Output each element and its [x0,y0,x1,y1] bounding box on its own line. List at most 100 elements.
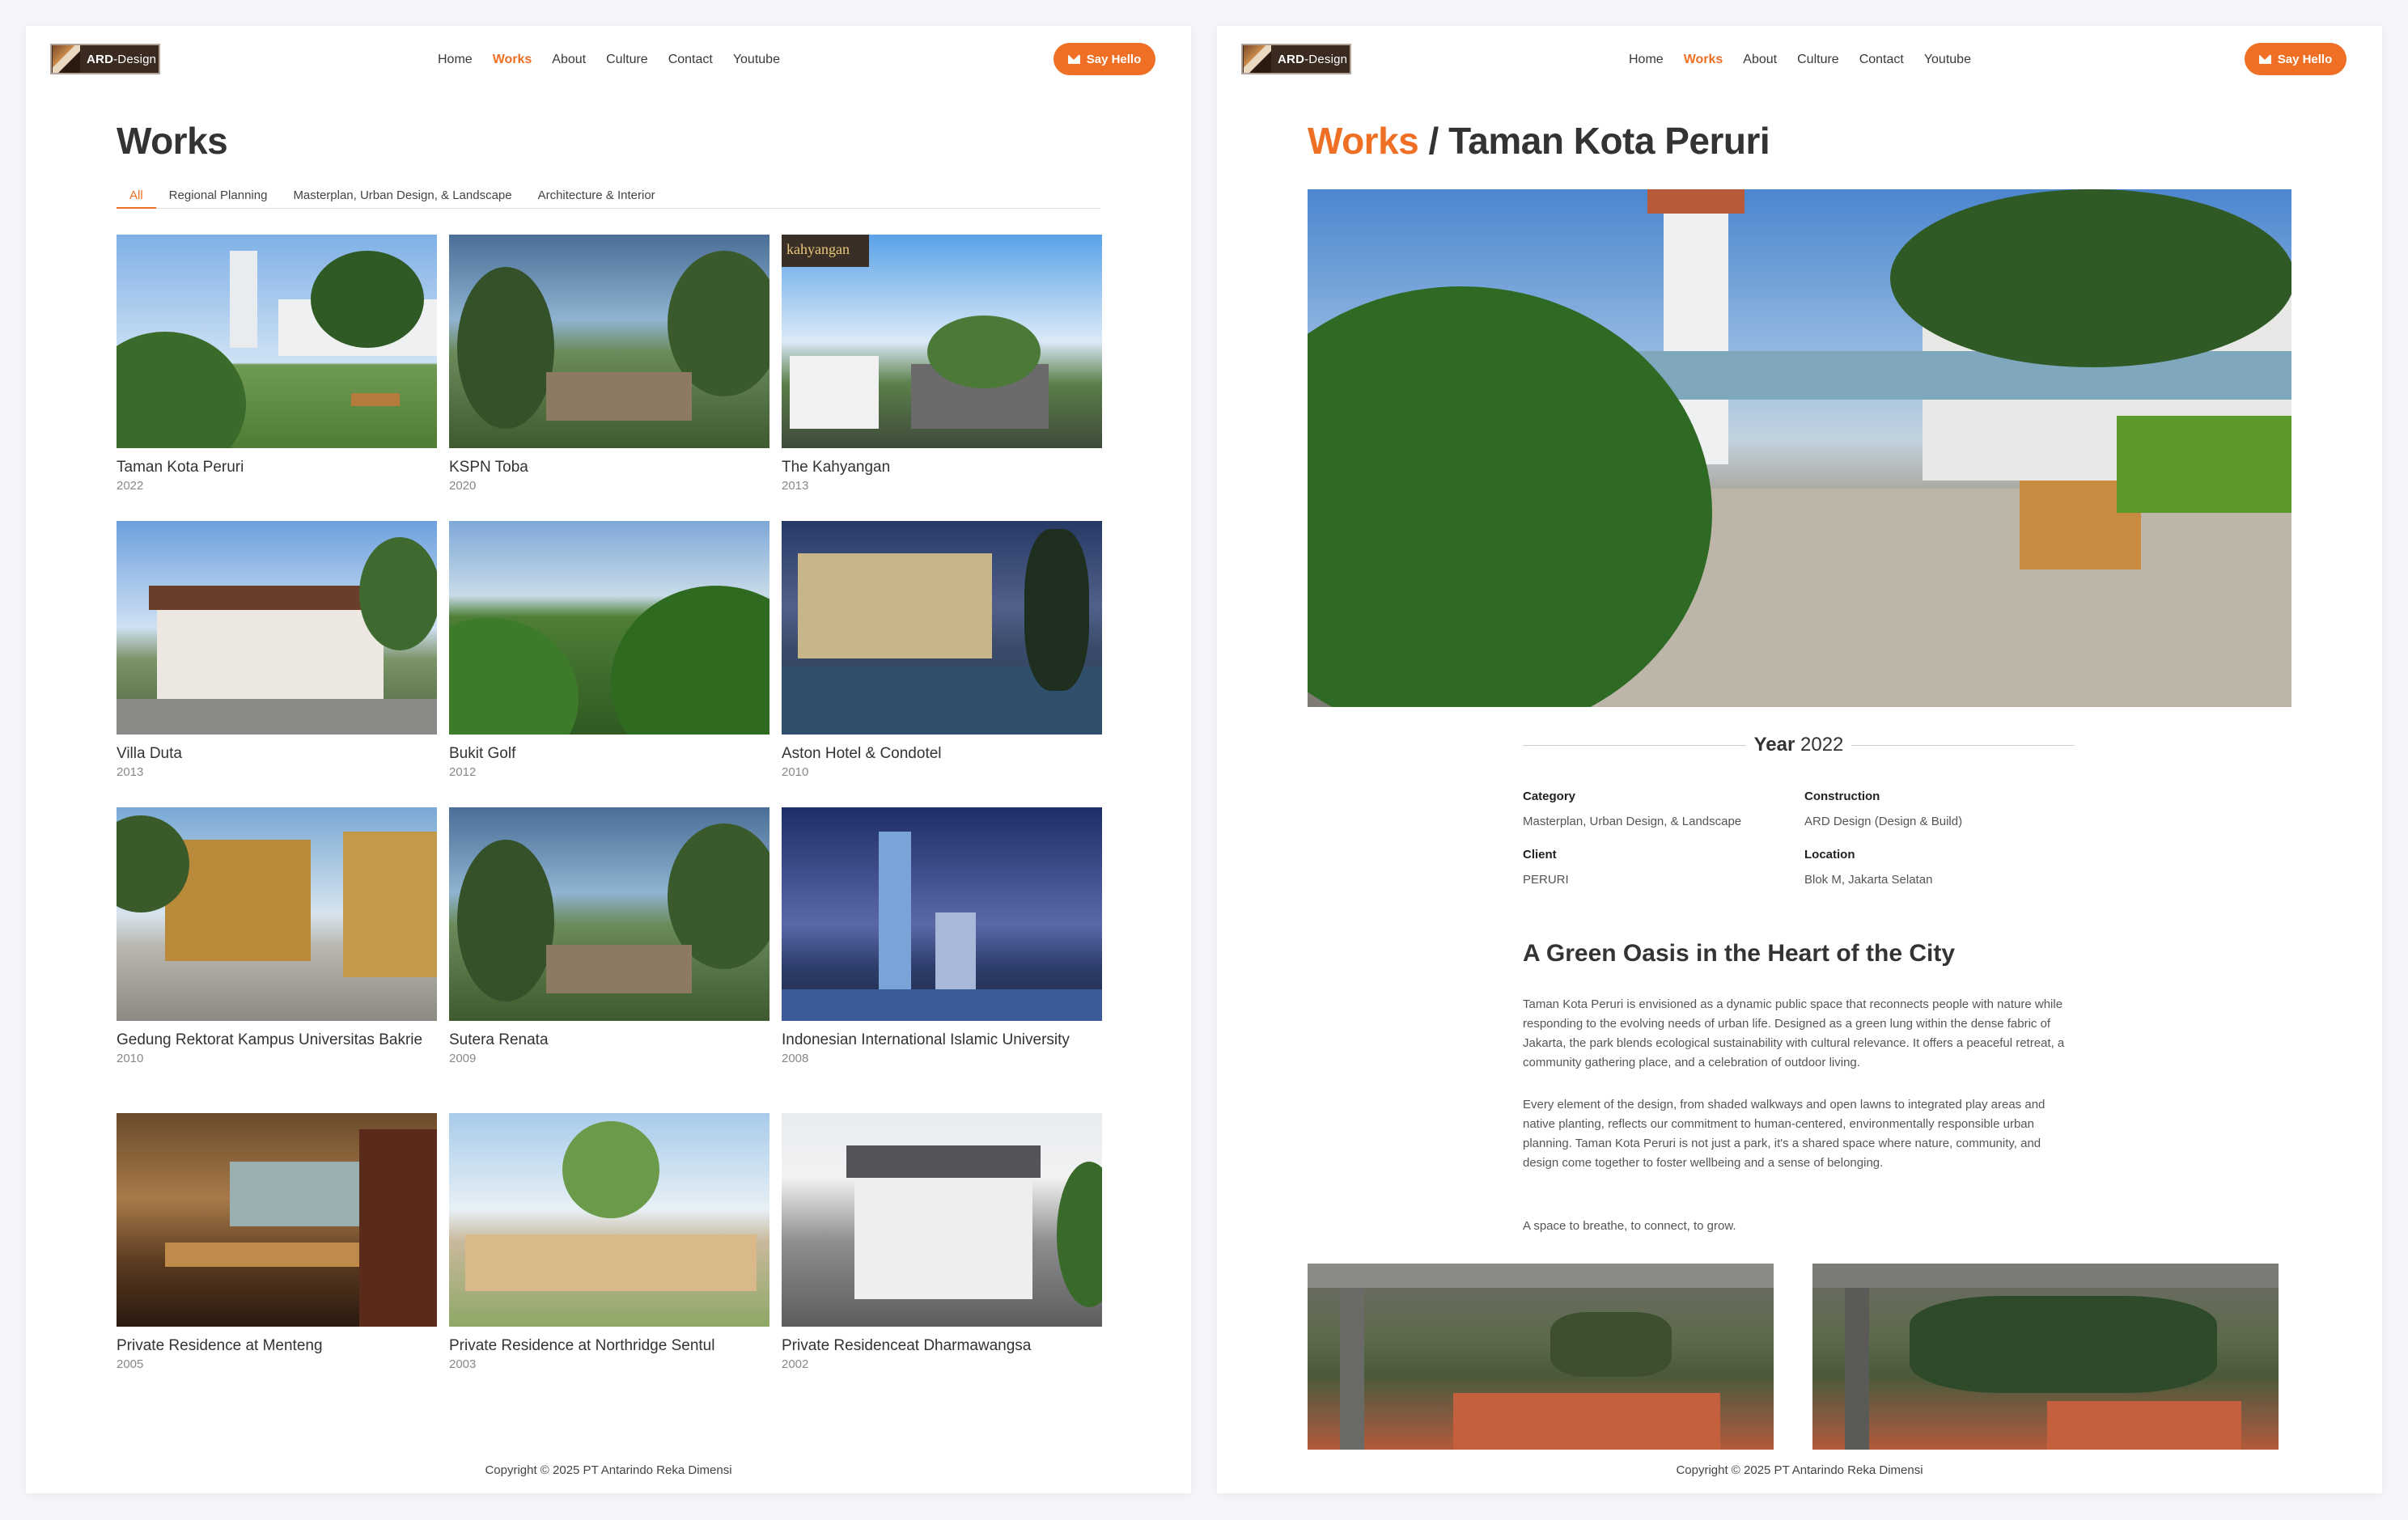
project-thumbnail [117,521,437,735]
project-thumbnail [449,521,769,735]
project-thumbnail [449,807,769,1021]
logo-text-bold: ARD [87,52,114,66]
logo-text-bold: ARD [1278,52,1305,66]
divider [1523,744,1746,746]
nav-culture[interactable]: Culture [606,53,648,67]
project-title: Indonesian International Islamic Univers… [782,1031,1070,1048]
meta-value: Blok M, Jakarta Selatan [1804,873,1933,887]
work-card[interactable]: Villa Duta 2013 [117,521,437,779]
work-card[interactable]: Aston Hotel & Condotel 2010 [782,521,1102,779]
project-year: 2020 [449,479,477,493]
say-hello-button[interactable]: Say Hello [1054,43,1155,75]
meta-label: Category [1523,790,1576,803]
main-nav: Home Works About Culture Contact Youtube [438,26,780,94]
work-card[interactable]: Taman Kota Peruri 2022 [117,235,437,493]
nav-about[interactable]: About [1743,53,1777,67]
project-title: Gedung Rektorat Kampus Universitas Bakri… [117,1031,423,1048]
meta-client: Client PERURI [1523,848,1798,887]
project-year: 2003 [449,1357,477,1371]
project-year: 2013 [117,765,144,779]
nav-home[interactable]: Home [438,53,473,67]
project-thumbnail [782,807,1102,1021]
meta-value: PERURI [1523,873,1569,887]
tab-architecture-interior[interactable]: Architecture & Interior [525,180,668,209]
site-footer: Copyright © 2025 PT Antarindo Reka Dimen… [485,1463,732,1477]
project-title: KSPN Toba [449,459,528,476]
envelope-icon [1067,54,1080,64]
project-title: Private Residence at Northridge Sentul [449,1337,715,1354]
year-value: 2022 [1800,734,1844,756]
project-thumbnail [782,1113,1102,1327]
site-logo[interactable]: ARD-Design [1241,44,1351,74]
work-card[interactable]: Gedung Rektorat Kampus Universitas Bakri… [117,807,437,1065]
meta-label: Location [1804,848,1855,862]
meta-location: Location Blok M, Jakarta Selatan [1804,848,2079,887]
project-title: Private Residenceat Dharmawangsa [782,1337,1032,1354]
nav-home[interactable]: Home [1629,53,1664,67]
project-title: Private Residence at Menteng [117,1337,323,1354]
project-year: 2010 [782,765,809,779]
project-thumbnail [117,235,437,448]
meta-label: Client [1523,848,1557,862]
tab-regional-planning[interactable]: Regional Planning [156,180,281,209]
work-card[interactable]: Private Residence at Menteng 2005 [117,1113,437,1371]
nav-contact[interactable]: Contact [668,53,713,67]
project-title: Sutera Renata [449,1031,549,1048]
aerial-image-after [1812,1264,2279,1450]
breadcrumb-separator: / [1418,120,1449,162]
project-year: 2012 [449,765,477,779]
logo-text-rest: -Design [113,52,157,66]
nav-works[interactable]: Works [1684,53,1723,67]
work-card[interactable]: Indonesian International Islamic Univers… [782,807,1102,1065]
project-detail-panel: ARD-Design Home Works About Culture Cont… [1217,26,2382,1493]
kahyangan-logo-badge: kahyangan [782,235,869,267]
project-thumbnail [117,1113,437,1327]
nav-about[interactable]: About [552,53,586,67]
year-label: Year [1753,734,1795,756]
say-hello-label: Say Hello [1086,52,1142,66]
work-card[interactable]: Sutera Renata 2009 [449,807,769,1065]
work-card[interactable]: Bukit Golf 2012 [449,521,769,779]
project-year: 2010 [117,1052,144,1065]
site-header: ARD-Design Home Works About Culture Cont… [26,26,1191,94]
description-paragraph: Every element of the design, from shaded… [1523,1098,2046,1170]
say-hello-label: Say Hello [2277,52,2333,66]
work-card[interactable]: KSPN Toba 2020 [449,235,769,493]
site-logo[interactable]: ARD-Design [50,44,160,74]
project-year: 2022 [117,479,144,493]
tab-masterplan[interactable]: Masterplan, Urban Design, & Landscape [280,180,524,209]
nav-contact[interactable]: Contact [1859,53,1904,67]
meta-value: Masterplan, Urban Design, & Landscape [1523,815,1742,828]
project-thumbnail [449,235,769,448]
year-row: Year 2022 [1523,733,2075,757]
nav-culture[interactable]: Culture [1797,53,1839,67]
project-title: Aston Hotel & Condotel [782,745,942,762]
project-title: Taman Kota Peruri [117,459,244,476]
work-card[interactable]: kahyangan The Kahyangan 2013 [782,235,1102,493]
project-thumbnail [449,1113,769,1327]
meta-category: Category Masterplan, Urban Design, & Lan… [1523,790,1798,828]
project-year: 2009 [449,1052,477,1065]
tab-all[interactable]: All [117,180,156,209]
breadcrumb-works-link[interactable]: Works [1308,120,1419,162]
nav-youtube[interactable]: Youtube [1924,53,1971,67]
project-year: 2005 [117,1357,144,1371]
say-hello-button[interactable]: Say Hello [2245,43,2347,75]
nav-youtube[interactable]: Youtube [733,53,780,67]
meta-value: ARD Design (Design & Build) [1804,815,1963,828]
aerial-image-before [1308,1264,1774,1450]
meta-label: Construction [1804,790,1880,803]
work-card[interactable]: Private Residenceat Dharmawangsa 2002 [782,1113,1102,1371]
meta-construction: Construction ARD Design (Design & Build) [1804,790,2079,828]
breadcrumb: Works / Taman Kota Peruri [1308,119,1770,163]
project-title: Villa Duta [117,745,182,762]
project-thumbnail: kahyangan [782,235,1102,448]
logo-mark-icon [1244,45,1271,73]
works-page-panel: ARD-Design Home Works About Culture Cont… [26,26,1191,1493]
project-title: Bukit Golf [449,745,516,762]
nav-works[interactable]: Works [493,53,532,67]
work-card[interactable]: Private Residence at Northridge Sentul 2… [449,1113,769,1371]
project-year: 2013 [782,479,809,493]
site-footer: Copyright © 2025 PT Antarindo Reka Dimen… [1676,1463,1923,1477]
project-year: 2002 [782,1357,809,1371]
